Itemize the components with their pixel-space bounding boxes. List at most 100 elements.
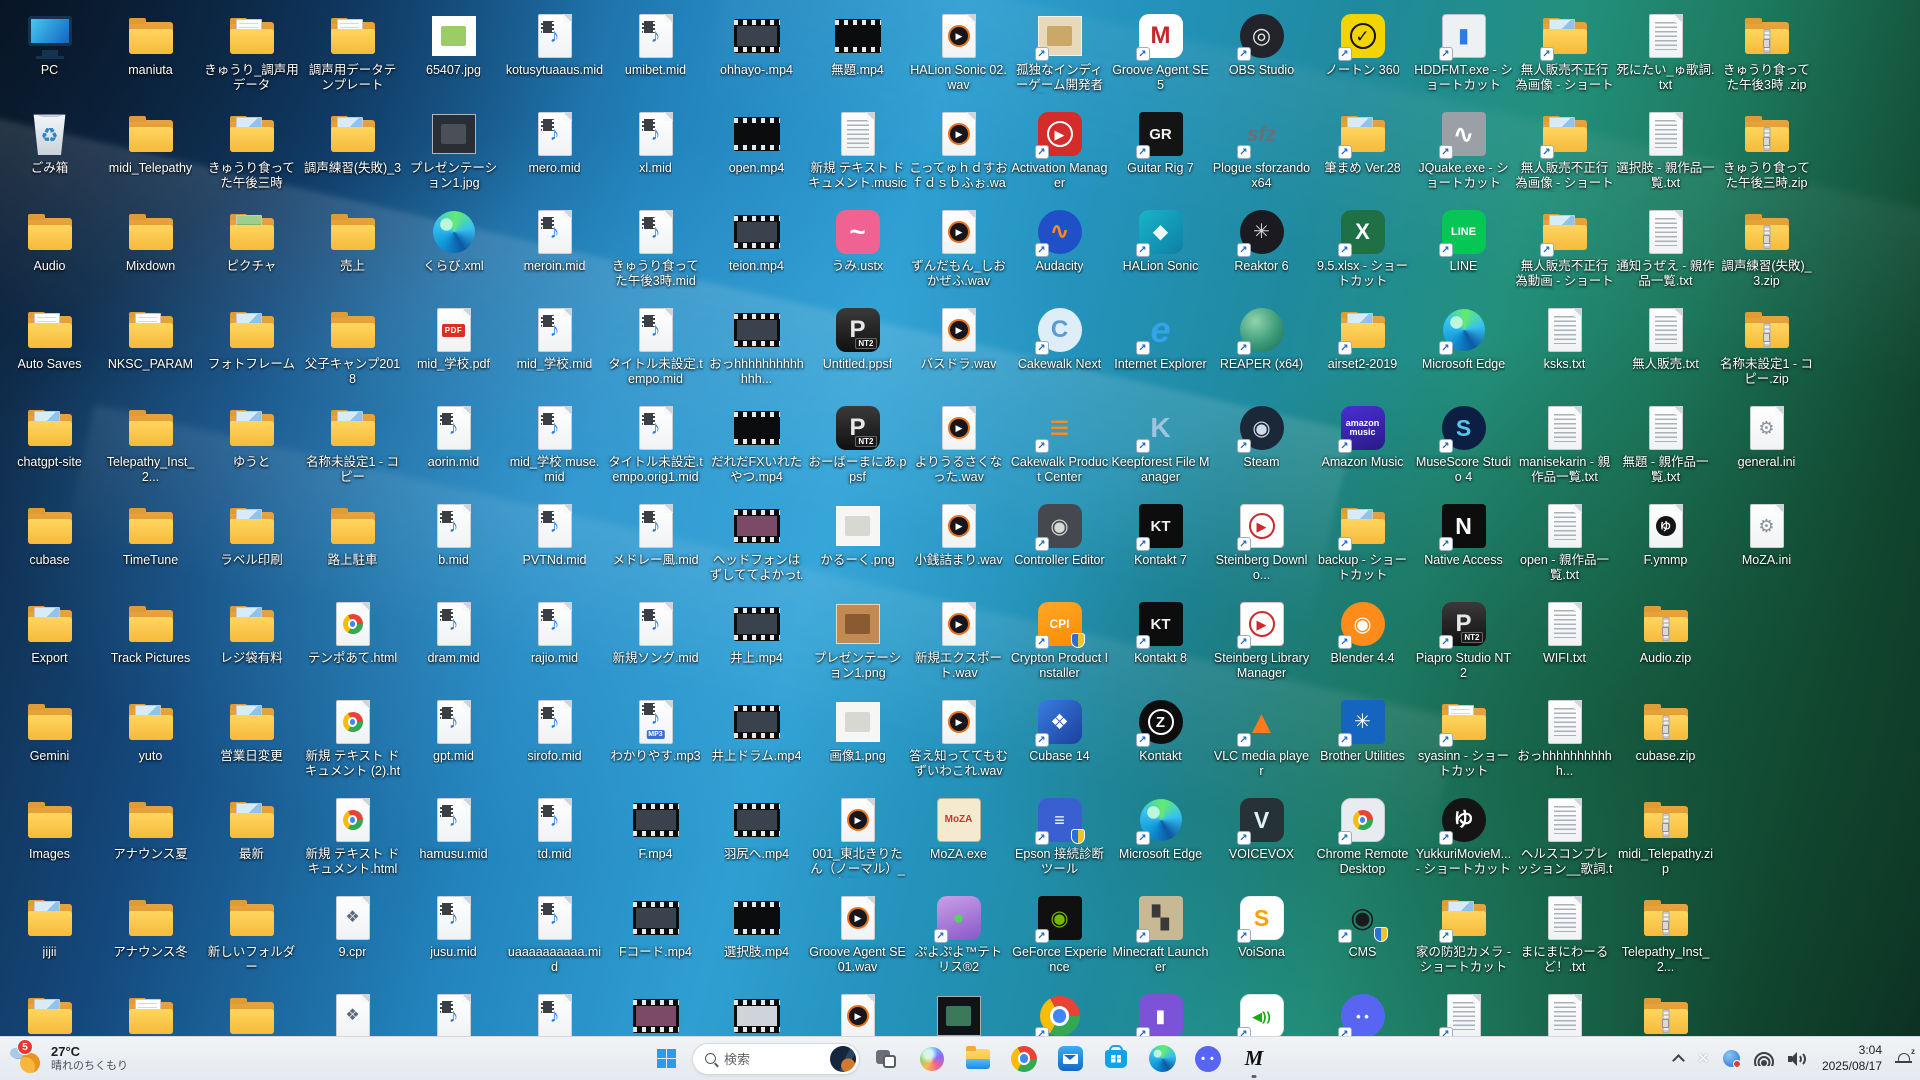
desktop-icon[interactable]: ✳↗Reaktor 6 (1211, 208, 1312, 274)
desktop-icon[interactable]: テンポあて.html (302, 600, 403, 666)
desktop-icon[interactable]: ▶↗Steinberg Library Manager (1211, 600, 1312, 681)
desktop-icon[interactable] (1514, 992, 1615, 1036)
desktop-icon[interactable]: ↗ (1413, 992, 1514, 1036)
copilot-button[interactable] (912, 1039, 952, 1079)
desktop-icon[interactable]: Auto Saves (0, 306, 100, 372)
desktop-icon[interactable]: ♪jusu.mid (403, 894, 504, 960)
desktop-icon[interactable]: Telepathy_Inst_2... (1615, 894, 1716, 975)
desktop-icon[interactable]: ❖ (302, 992, 403, 1036)
desktop-icon[interactable]: ↗無人販売不正行為動画 - ショートカット (1514, 208, 1615, 290)
desktop-icon[interactable]: Track Pictures (100, 600, 201, 666)
desktop-icon[interactable]: ↗Microsoft Edge (1110, 796, 1211, 862)
edge-button[interactable] (1142, 1039, 1182, 1079)
desktop-icon[interactable]: ◀))↗ (1211, 992, 1312, 1036)
desktop-icon[interactable]: ∿↗JQuake.exe - ショートカット (1413, 110, 1514, 191)
desktop-icon[interactable]: ♪MP3わかりやす.mp3 (605, 698, 706, 764)
desktop-icon[interactable]: ♪uaaaaaaaaaa.mid (504, 894, 605, 975)
desktop-icon[interactable]: ◉↗Controller Editor (1009, 502, 1110, 568)
desktop-icon[interactable]: PNT2↗Piapro Studio NT2 (1413, 600, 1514, 681)
desktop-icon[interactable]: jijii (0, 894, 100, 960)
desktop-icon[interactable]: ~うみ.ustx (807, 208, 908, 274)
desktop-icon[interactable]: Z↗Kontakt (1110, 698, 1211, 764)
desktop-icon[interactable] (1615, 992, 1716, 1036)
desktop-icon[interactable]: おっhhhhhhhhhhh... (1514, 698, 1615, 779)
desktop-icon[interactable]: cubase.zip (1615, 698, 1716, 764)
desktop-icon[interactable]: PDFmid_学校.pdf (403, 306, 504, 372)
desktop-icon[interactable]: Mixdown (100, 208, 201, 274)
desktop-icon[interactable]: ⚙general.ini (1716, 404, 1817, 470)
desktop-icon[interactable]: ●↗ぷよぷよ™テトリス®2 (908, 894, 1009, 975)
desktop-icon[interactable]: maniuta (100, 12, 201, 78)
desktop-icon[interactable]: アナウンス夏 (100, 796, 201, 862)
desktop-icon[interactable]: ゆF.ymmp (1615, 502, 1716, 568)
desktop-icon[interactable]: ohhayo-.mp4 (706, 12, 807, 78)
desktop-icon[interactable]: ▶001_東北きりたん（ノーマル）_今じゃ... (807, 796, 908, 878)
mail-button[interactable] (1050, 1039, 1090, 1079)
musehub-button[interactable]: M (1234, 1039, 1274, 1079)
desktop-icon[interactable]: ♪meroin.mid (504, 208, 605, 274)
desktop-icon[interactable]: ∿↗Audacity (1009, 208, 1110, 274)
desktop-icon[interactable]: かるーく.png (807, 502, 908, 568)
desktop-icon[interactable]: CPI↗Crypton Product Installer (1009, 600, 1110, 681)
desktop-icon[interactable]: ♪メドレー風.mid (605, 502, 706, 568)
chrome-button[interactable] (1004, 1039, 1044, 1079)
desktop-icon[interactable]: ♪gpt.mid (403, 698, 504, 764)
desktop-icon[interactable]: アナウンス冬 (100, 894, 201, 960)
desktop-icon[interactable]: ♪mid_学校.mid (504, 306, 605, 372)
desktop-icon[interactable]: くらび.xml (403, 208, 504, 274)
desktop-icon[interactable]: ▶ずんだもん_しおかぜふ.wav (908, 208, 1009, 289)
desktop-icon[interactable]: 売上 (302, 208, 403, 274)
desktop-icon[interactable]: yuto (100, 698, 201, 764)
desktop-icon[interactable]: ♪PVTNd.mid (504, 502, 605, 568)
desktop-icon[interactable] (908, 992, 1009, 1036)
desktop-icon[interactable]: 新規 テキスト ドキュメント.musicxml (807, 110, 908, 192)
desktop-icon[interactable]: ❖9.cpr (302, 894, 403, 960)
notification-bell-icon[interactable]: z (1896, 1051, 1912, 1067)
tray-app-icon[interactable] (1723, 1050, 1740, 1067)
desktop-icon[interactable]: ♪umibet.mid (605, 12, 706, 78)
desktop-icon[interactable]: ゆうと (201, 404, 302, 470)
desktop-icon[interactable]: 無題 - 親作品一覧.txt (1615, 404, 1716, 485)
desktop-icon[interactable]: ♪b.mid (403, 502, 504, 568)
desktop-icon[interactable]: midi_Telepathy (100, 110, 201, 176)
desktop-icon[interactable]: ▮↗HDDFMT.exe - ショートカット (1413, 12, 1514, 93)
desktop-icon[interactable]: ピクチャ (201, 208, 302, 274)
desktop-icon[interactable]: まにまにわーるど！.txt (1514, 894, 1615, 975)
desktop-icon[interactable]: ヘルスコンプレッション__歌詞.txt (1514, 796, 1615, 878)
desktop-icon[interactable]: ◉↗Steam (1211, 404, 1312, 470)
desktop-icon[interactable]: ▶新規エクスポート.wav (908, 600, 1009, 681)
desktop-icon[interactable]: ≡↗Cakewalk Product Center (1009, 404, 1110, 485)
desktop-icon[interactable]: chatgpt-site (0, 404, 100, 470)
desktop-icon[interactable]: 井上ドラム.mp4 (706, 698, 807, 764)
desktop-icon[interactable]: S↗VoiSona (1211, 894, 1312, 960)
desktop-icon[interactable]: N↗Native Access (1413, 502, 1514, 568)
desktop-icon[interactable]: ◆↗HALion Sonic (1110, 208, 1211, 274)
desktop-icon[interactable]: Telepathy_Inst_2... (100, 404, 201, 485)
desktop-icon[interactable]: ↗backup - ショートカット (1312, 502, 1413, 583)
desktop-icon[interactable]: PC (0, 12, 100, 78)
desktop-icon[interactable]: ラベル印刷 (201, 502, 302, 568)
desktop-icon[interactable]: 選択肢 - 親作品一覧.txt (1615, 110, 1716, 191)
desktop-icon[interactable]: 羽尻へ.mp4 (706, 796, 807, 862)
desktop-icon[interactable]: 死にたい_ゅ歌詞.txt (1615, 12, 1716, 93)
desktop-icon[interactable]: 選択肢.mp4 (706, 894, 807, 960)
weather-widget[interactable]: 5 27°C 晴れのちくもり (10, 1037, 128, 1080)
desktop-icon[interactable]: 井上.mp4 (706, 600, 807, 666)
desktop-icon[interactable]: ♪sirofo.mid (504, 698, 605, 764)
desktop-icon[interactable]: ♪hamusu.mid (403, 796, 504, 862)
desktop-icon[interactable]: ✳↗Brother Utilities (1312, 698, 1413, 764)
desktop-icon[interactable]: V↗VOICEVOX (1211, 796, 1312, 862)
desktop-icon[interactable]: 名称未設定1 - コピー.zip (1716, 306, 1817, 387)
desktop-icon[interactable]: きゅうり_調声用データ (201, 12, 302, 93)
desktop-icon[interactable] (706, 992, 807, 1036)
desktop-icon[interactable]: Gemini (0, 698, 100, 764)
desktop-icon[interactable]: 営業日変更 (201, 698, 302, 764)
desktop-icon[interactable]: ▶よりうるさくなった.wav (908, 404, 1009, 485)
file-explorer-button[interactable] (958, 1039, 998, 1079)
desktop-icon[interactable]: ◉↗GeForce Experience (1009, 894, 1110, 975)
desktop-icon[interactable]: プレゼンテーション1.png (807, 600, 908, 681)
desktop-icon[interactable]: Audio (0, 208, 100, 274)
volume-icon[interactable] (1788, 1052, 1808, 1066)
search-highlight-image[interactable] (830, 1046, 856, 1072)
desktop-icon[interactable] (0, 992, 100, 1036)
